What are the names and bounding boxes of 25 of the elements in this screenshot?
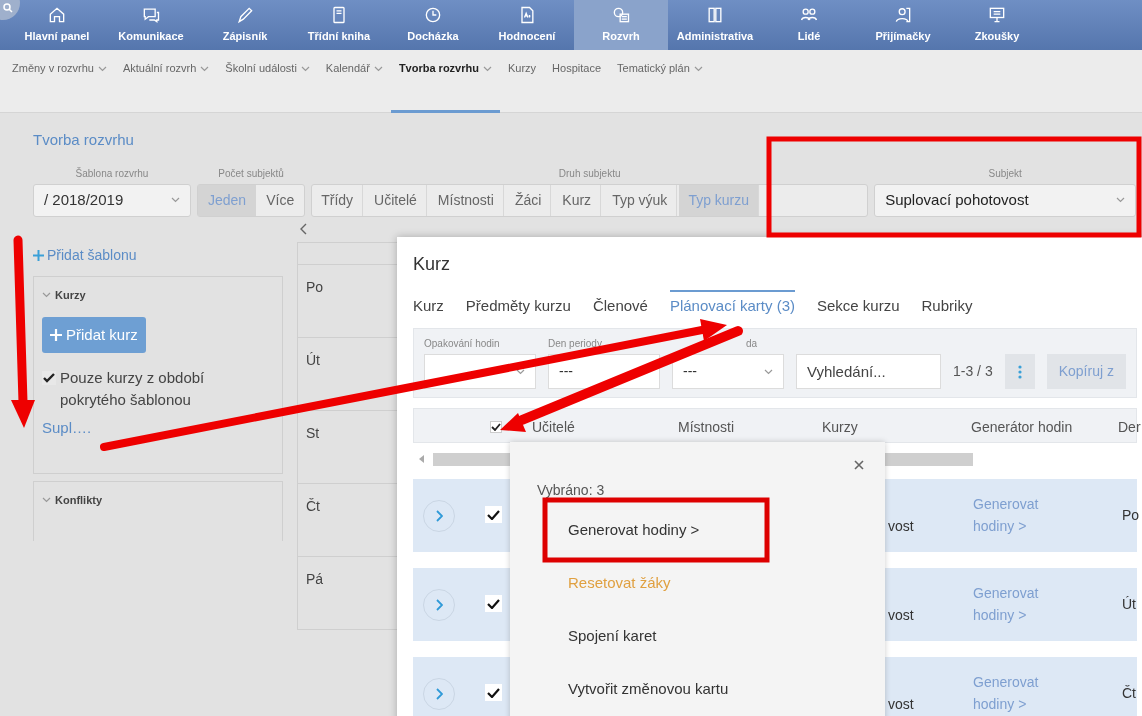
filter-label: Den periody <box>548 337 602 351</box>
day-label: Čt <box>306 497 320 514</box>
field-label: Počet subjektů <box>218 166 284 181</box>
result-count: 1-3 / 3 <box>953 362 993 381</box>
table-cell-text: vost <box>888 606 914 625</box>
day-label: Út <box>306 351 320 368</box>
page-title: Tvorba rozvrhu <box>33 130 135 150</box>
field-label: Šablona rozvrhu <box>75 166 149 181</box>
dialog-title: Kurz <box>413 253 451 276</box>
field-label: Subjekt <box>988 166 1022 181</box>
table-cell-text: Po <box>1122 506 1140 525</box>
day-label: Po <box>306 278 324 295</box>
table-cell-text: Út <box>1122 595 1136 614</box>
filter-label: da <box>746 337 758 351</box>
panel-title: Kurzy <box>55 287 86 303</box>
table-cell-text: Čt <box>1122 684 1136 703</box>
field-label: Druh subjektu <box>558 166 621 181</box>
table-cell-text: vost <box>888 695 914 714</box>
day-label: St <box>306 424 320 441</box>
panel-title: Konflikty <box>55 492 103 508</box>
table-cell-text: vost <box>888 517 914 536</box>
filter-label: Opakování hodin <box>424 337 500 351</box>
day-label: Pá <box>306 570 324 587</box>
selection-count: Vybráno: 3 <box>537 481 605 500</box>
checkbox-label: Pouze kurzy z období pokrytého šablonou <box>60 368 206 410</box>
